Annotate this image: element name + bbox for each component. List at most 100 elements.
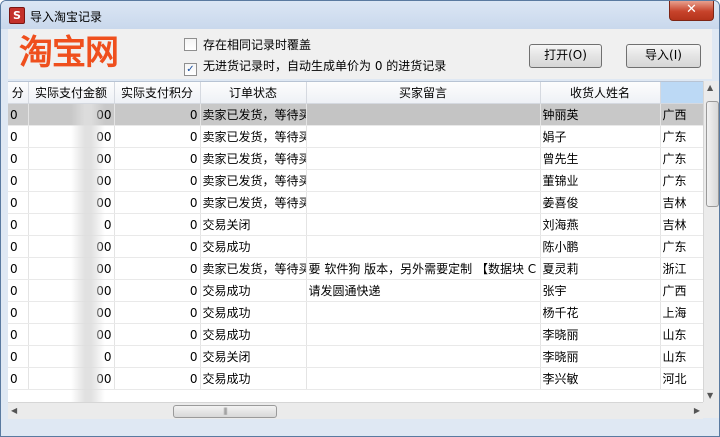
- vertical-scroll-thumb[interactable]: [706, 101, 719, 207]
- cell-status: 卖家已发货，等待买: [200, 257, 307, 280]
- table-row[interactable]: 0000卖家已发货，等待买钟丽英广西: [8, 103, 703, 126]
- cell-receiver-name: 张宇: [540, 279, 661, 302]
- overwrite-option[interactable]: 存在相同记录时覆盖: [184, 37, 311, 53]
- horizontal-scroll-thumb[interactable]: |||: [173, 405, 277, 418]
- cell-c0: 0: [8, 301, 29, 324]
- table-row[interactable]: 0000卖家已发货，等待买姜喜俊吉林: [8, 191, 703, 214]
- cell-c0: 0: [8, 103, 29, 126]
- cell-points: 0: [114, 257, 201, 280]
- cell-region: 广东: [660, 235, 703, 258]
- cell-message: [306, 301, 541, 324]
- table-row[interactable]: 0 0 0 交易关闭 李晓丽 山东: [8, 345, 703, 368]
- table-row[interactable]: 0000交易成功李兴敏河北: [8, 367, 703, 390]
- cell-message: [306, 169, 541, 192]
- col-header[interactable]: 收货人姓名: [540, 82, 661, 104]
- cell-message: [306, 147, 541, 170]
- cell-points: 0: [114, 301, 201, 324]
- table-row[interactable]: 0000卖家已发货，等待买董锦业广东: [8, 169, 703, 192]
- cell-message: [306, 213, 541, 236]
- title-bar[interactable]: S 导入淘宝记录 ✕: [1, 1, 719, 29]
- cell-region: 山东: [660, 323, 703, 346]
- toolbar: 淘宝网 存在相同记录时覆盖 ✓ 无进货记录时，自动生成单价为 0 的进货记录 打开…: [8, 29, 712, 79]
- cell-c0: 0: [8, 235, 29, 258]
- cell-points: 0: [114, 103, 201, 126]
- window-title: 导入淘宝记录: [30, 10, 103, 24]
- cell-receiver-name: 杨千花: [540, 301, 661, 324]
- cell-region: 吉林: [660, 213, 703, 236]
- auto-purchase-option[interactable]: ✓ 无进货记录时，自动生成单价为 0 的进货记录: [184, 58, 447, 76]
- horizontal-scrollbar[interactable]: ◀ ||| ▶: [8, 402, 703, 419]
- cell-receiver-name: 李兴敏: [540, 367, 661, 390]
- table-row[interactable]: 0000交易成功请发圆通快递张宇广西: [8, 279, 703, 302]
- cell-points: 0: [114, 147, 201, 170]
- table-row[interactable]: 0000交易成功杨千花上海: [8, 301, 703, 324]
- col-header[interactable]: 实际支付积分: [114, 82, 201, 104]
- vertical-scrollbar[interactable]: ▲ ▼: [703, 81, 719, 402]
- cell-c0: 0: [8, 169, 29, 192]
- cell-points: 0: [114, 345, 201, 368]
- cell-points: 0: [114, 125, 201, 148]
- cell-message: [306, 103, 541, 126]
- cell-points: 0: [114, 323, 201, 346]
- taobao-logo: 淘宝网: [19, 33, 119, 73]
- cell-status: 交易关闭: [200, 213, 307, 236]
- cell-status: 卖家已发货，等待买: [200, 125, 307, 148]
- cell-status: 交易成功: [200, 301, 307, 324]
- orders-grid[interactable]: 分 实际支付金额 实际支付积分 订单状态 买家留言 收货人姓名 0000卖家已发…: [8, 81, 703, 418]
- cell-points: 0: [114, 169, 201, 192]
- scroll-left-icon[interactable]: ◀: [11, 406, 17, 415]
- app-icon: S: [9, 7, 25, 24]
- cell-status: 交易关闭: [200, 345, 307, 368]
- cell-message: [306, 345, 541, 368]
- cell-status: 交易成功: [200, 323, 307, 346]
- table-row[interactable]: 0000卖家已发货，等待买娟子广东: [8, 125, 703, 148]
- cell-c0: 0: [8, 147, 29, 170]
- close-button[interactable]: ✕: [669, 1, 714, 21]
- cell-region: 浙江: [660, 257, 703, 280]
- header-row: 分 实际支付金额 实际支付积分 订单状态 买家留言 收货人姓名: [8, 82, 703, 104]
- cell-status: 卖家已发货，等待买: [200, 147, 307, 170]
- scrollbar-corner: [703, 402, 719, 418]
- overwrite-checkbox[interactable]: [184, 38, 197, 51]
- redaction-blur: [71, 104, 105, 404]
- cell-receiver-name: 夏灵莉: [540, 257, 661, 280]
- cell-points: 0: [114, 213, 201, 236]
- table-row[interactable]: 0000交易成功陈小鹏广东: [8, 235, 703, 258]
- scroll-up-icon[interactable]: ▲: [707, 83, 713, 92]
- import-button[interactable]: 导入(I): [626, 44, 701, 68]
- cell-points: 0: [114, 235, 201, 258]
- cell-status: 卖家已发货，等待买: [200, 169, 307, 192]
- cell-message: 要 软件狗 版本，另外需要定制 【数据块 C: [306, 257, 541, 280]
- col-header[interactable]: 买家留言: [306, 82, 541, 104]
- col-header[interactable]: 实际支付金额: [28, 82, 115, 104]
- cell-receiver-name: 娟子: [540, 125, 661, 148]
- import-taobao-dialog: S 导入淘宝记录 ✕ 淘宝网 存在相同记录时覆盖 ✓ 无进货记录时，自动生成单价为…: [0, 0, 720, 437]
- auto-purchase-checkbox[interactable]: ✓: [184, 63, 197, 76]
- table-row[interactable]: 0000卖家已发货，等待买曾先生广东: [8, 147, 703, 170]
- cell-region: 广东: [660, 169, 703, 192]
- cell-c0: 0: [8, 367, 29, 390]
- cell-c0: 0: [8, 191, 29, 214]
- cell-status: 交易成功: [200, 235, 307, 258]
- col-header[interactable]: [660, 82, 703, 104]
- cell-points: 0: [114, 191, 201, 214]
- col-header[interactable]: 订单状态: [200, 82, 307, 104]
- cell-region: 广西: [660, 103, 703, 126]
- auto-purchase-label: 无进货记录时，自动生成单价为 0 的进货记录: [203, 59, 447, 73]
- cell-receiver-name: 姜喜俊: [540, 191, 661, 214]
- scroll-right-icon[interactable]: ▶: [694, 406, 700, 415]
- cell-region: 吉林: [660, 191, 703, 214]
- cell-region: 河北: [660, 367, 703, 390]
- cell-region: 上海: [660, 301, 703, 324]
- scroll-down-icon[interactable]: ▼: [707, 391, 713, 400]
- table-row[interactable]: 0000交易成功李晓丽山东: [8, 323, 703, 346]
- cell-receiver-name: 李晓丽: [540, 345, 661, 368]
- table-row[interactable]: 0000卖家已发货，等待买要 软件狗 版本，另外需要定制 【数据块 C夏灵莉浙江: [8, 257, 703, 280]
- cell-points: 0: [114, 279, 201, 302]
- cell-receiver-name: 董锦业: [540, 169, 661, 192]
- cell-receiver-name: 刘海燕: [540, 213, 661, 236]
- cell-region: 山东: [660, 345, 703, 368]
- open-button[interactable]: 打开(O): [529, 44, 602, 68]
- table-row[interactable]: 0 0 0 交易关闭 刘海燕 吉林: [8, 213, 703, 236]
- col-header[interactable]: 分: [8, 82, 29, 104]
